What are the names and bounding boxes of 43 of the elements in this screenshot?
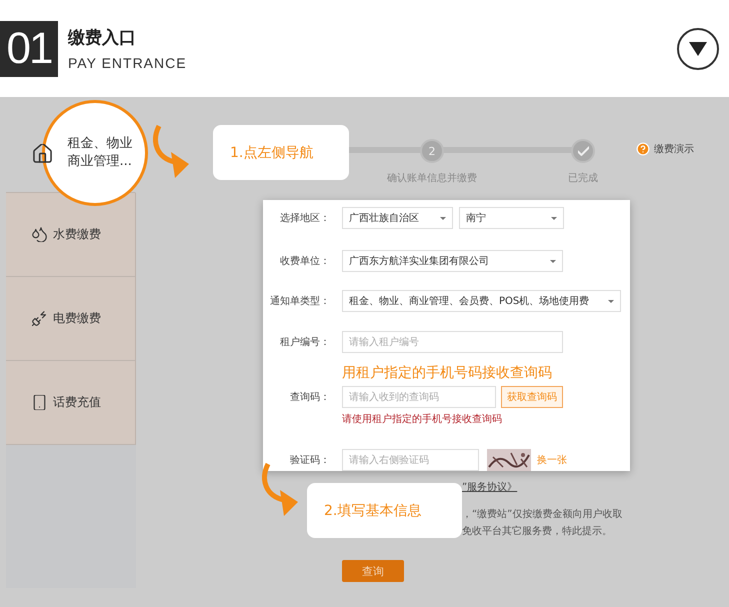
caret-icon xyxy=(550,260,556,263)
sidebar-item[interactable]: 话费充值 xyxy=(6,361,136,445)
phone-icon xyxy=(32,395,47,410)
section-subtitle: PAY ENTRANCE xyxy=(68,55,188,71)
step-tooltip: 2.填写基本信息 xyxy=(307,483,462,538)
curved-arrow-icon xyxy=(153,125,189,178)
house-icon xyxy=(33,144,52,163)
plug-icon xyxy=(32,311,47,326)
curved-arrow-icon xyxy=(262,463,298,516)
field-label: 选择地区： xyxy=(279,212,330,226)
caret-icon xyxy=(551,216,557,220)
section-number: 01 xyxy=(0,20,58,76)
sidebar-item-label: 租金、物业 xyxy=(68,135,132,153)
field-label: 租户编号： xyxy=(279,336,330,349)
notice-text: 免收平台其它服务费，特此提示。 xyxy=(462,524,613,539)
field-label: 通知单类型： xyxy=(269,294,330,308)
step-label: 确认账单信息并缴费 xyxy=(387,172,477,185)
step-label: 已完成 xyxy=(568,172,598,185)
dropdown[interactable]: 广西壮族自治区 xyxy=(342,207,453,230)
dropdown[interactable]: 南宁 xyxy=(459,207,564,230)
check-icon xyxy=(578,146,588,156)
hint-text: 请使用租户指定的手机号接收查询码 xyxy=(342,412,503,426)
expand-button[interactable] xyxy=(677,28,719,70)
sidebar-item[interactable]: 水费缴费 xyxy=(6,193,136,277)
caret-icon xyxy=(608,300,614,303)
step-tooltip: 1.点左侧导航 xyxy=(213,125,349,180)
caret-icon xyxy=(440,216,446,220)
droplets-icon xyxy=(32,227,47,242)
field-label: 收费单位： xyxy=(279,254,330,268)
dropdown[interactable]: 广西东方航洋实业集团有限公司 xyxy=(342,250,563,272)
captcha-image[interactable] xyxy=(487,448,531,471)
step-marker: 2 xyxy=(420,139,444,163)
agreement-link[interactable]: ”服务协议》 xyxy=(462,480,729,494)
field-label: 验证码： xyxy=(289,454,330,467)
sidebar-item-label: 商业管理... xyxy=(68,153,132,171)
annotation-text: 用租户指定的手机号码接收查询码 xyxy=(342,365,553,382)
help-link[interactable]: 缴费演示 xyxy=(654,142,694,156)
down-triangle-icon xyxy=(689,42,707,56)
section-title: 缴费入口 xyxy=(68,27,137,49)
sidebar-item[interactable]: 电费缴费 xyxy=(6,277,136,361)
field-label: 查询码： xyxy=(289,390,330,404)
dropdown[interactable]: 租金、物业、商业管理、会员费、POS机、场地使用费 xyxy=(342,290,621,312)
notice-text: ，“缴费站”仅按缴费金额向用户收取 xyxy=(462,508,624,522)
